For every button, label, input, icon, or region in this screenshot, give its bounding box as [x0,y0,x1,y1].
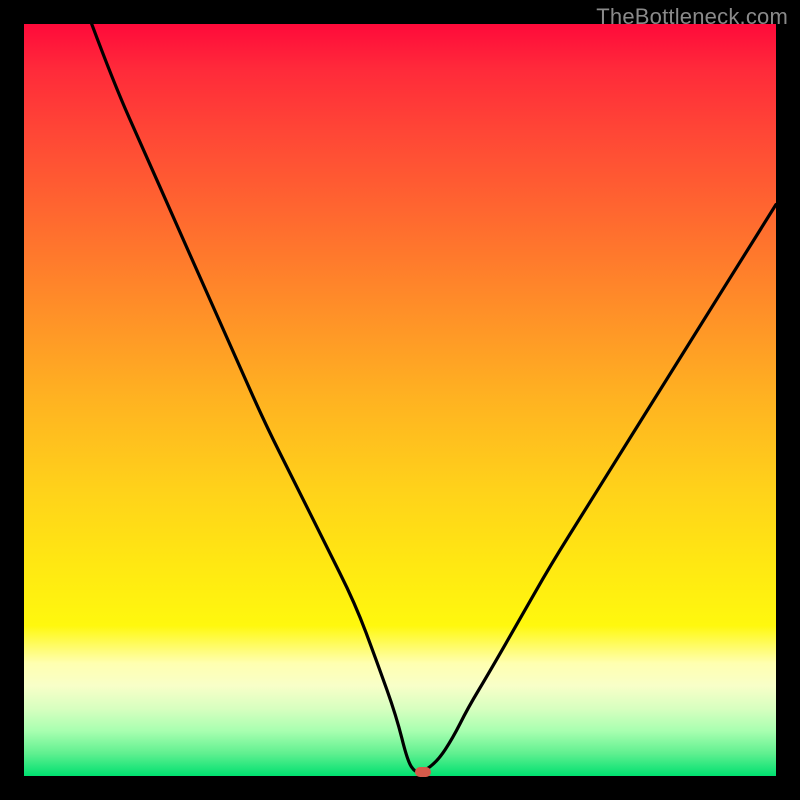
minimum-marker [415,767,431,777]
chart-frame: TheBottleneck.com [0,0,800,800]
bottleneck-curve [92,24,776,772]
chart-line-layer [24,24,776,776]
chart-plot-area [24,24,776,776]
